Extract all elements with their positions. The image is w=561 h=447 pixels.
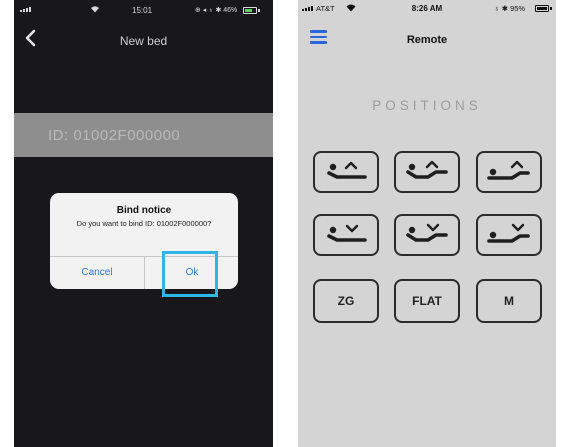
bed-foot-up-icon — [487, 160, 530, 180]
memory-button[interactable]: M — [476, 279, 542, 323]
back-up-button[interactable] — [394, 151, 460, 193]
status-bar: AT&T 8:26 AM ♁ ✱ 95% — [298, 0, 556, 18]
battery-tip — [258, 9, 260, 12]
positions-heading: POSITIONS — [372, 98, 482, 113]
cancel-button[interactable]: Cancel — [50, 257, 144, 289]
wifi-icon — [90, 5, 100, 15]
zg-label: ZG — [337, 294, 355, 308]
zg-button[interactable]: ZG — [313, 279, 379, 323]
bed-head-down-icon — [327, 224, 367, 242]
bed-foot-down-icon — [487, 223, 530, 243]
dialog-title: Bind notice — [116, 205, 172, 216]
bed-head-up-icon — [327, 161, 367, 179]
foot-down-button[interactable] — [476, 214, 542, 256]
nav-bar: New bed — [14, 26, 273, 56]
signal-icon — [20, 7, 31, 12]
memory-label: M — [504, 294, 514, 308]
ok-button-highlight — [162, 251, 218, 297]
dialog-message: Do you want to bind ID: 01002F000000? — [76, 219, 212, 228]
bed-back-down-icon — [406, 223, 448, 242]
battery-tip — [550, 7, 552, 10]
head-up-button[interactable] — [313, 151, 379, 193]
device-id-row: ID: 01002F000000 — [14, 113, 273, 157]
status-icons: ⊕ ◂ ♁ ✱ 46% — [195, 7, 238, 14]
back-down-button[interactable] — [394, 214, 460, 256]
flat-button[interactable]: FLAT — [394, 279, 460, 323]
page-title: New bed — [119, 34, 168, 48]
bind-bed-screen: 15:01 ⊕ ◂ ♁ ✱ 46% New bed ID: 01002F0000… — [14, 0, 273, 447]
bed-back-up-icon — [406, 160, 448, 179]
flat-label: FLAT — [412, 294, 442, 308]
screenshot-canvas: 15:01 ⊕ ◂ ♁ ✱ 46% New bed ID: 01002F0000… — [0, 0, 561, 447]
status-time: 15:01 — [132, 6, 153, 15]
status-bar: 15:01 ⊕ ◂ ♁ ✱ 46% — [14, 0, 273, 22]
page-title: Remote — [406, 34, 448, 46]
remote-screen: AT&T 8:26 AM ♁ ✱ 95% Remote POSITIONS ZG… — [298, 0, 556, 447]
device-id-text: ID: 01002F000000 — [48, 127, 181, 144]
battery-icon — [535, 5, 549, 12]
foot-up-button[interactable] — [476, 151, 542, 193]
status-icons: ♁ ✱ 95% — [494, 4, 526, 13]
battery-icon — [243, 7, 257, 14]
head-down-button[interactable] — [313, 214, 379, 256]
